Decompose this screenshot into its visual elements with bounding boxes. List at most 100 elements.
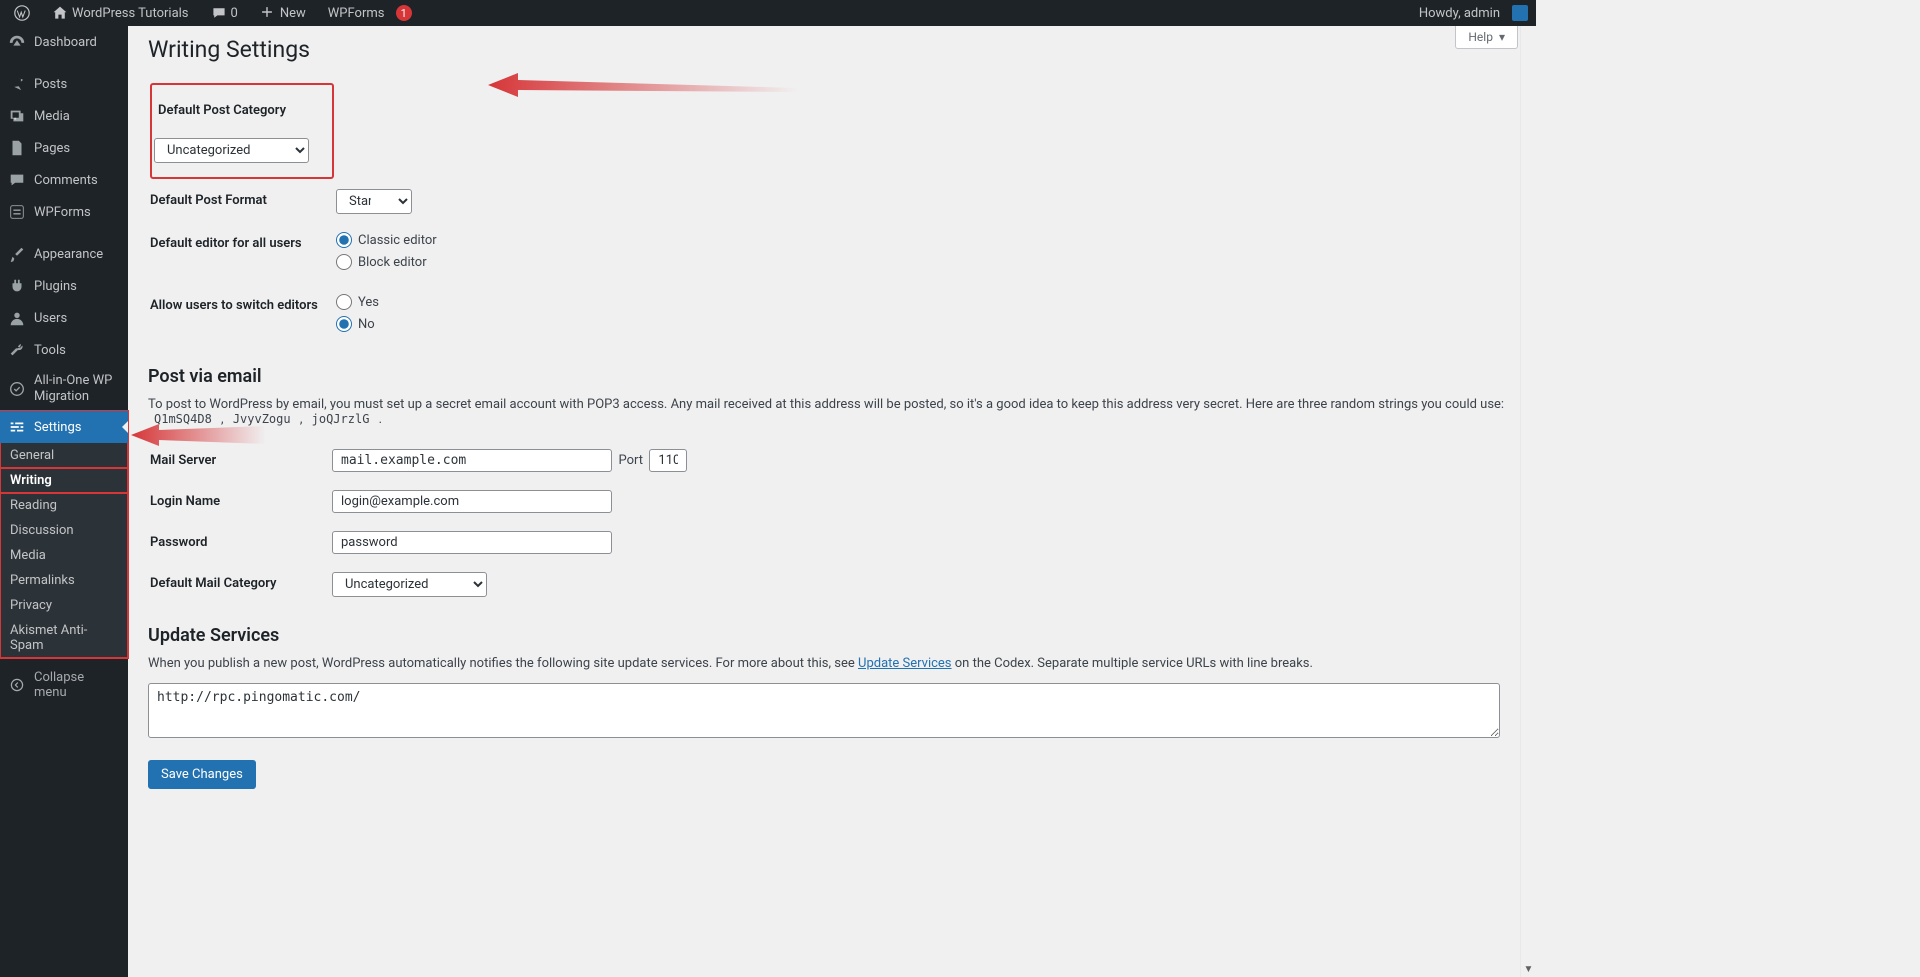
help-label: Help (1468, 30, 1493, 44)
rand-string-1: Q1mSQ4D8 (148, 410, 218, 428)
collapse-menu[interactable]: Collapse menu (0, 662, 128, 708)
menu-label: All-in-One WP Migration (34, 373, 120, 404)
menu-label: Posts (34, 77, 67, 92)
port-input[interactable] (649, 449, 687, 472)
mail-category-select[interactable]: Uncategorized (332, 572, 487, 597)
login-input[interactable] (332, 490, 612, 513)
submenu-discussion[interactable]: Discussion (0, 518, 128, 543)
wpforms-link[interactable]: WPForms 1 (322, 0, 418, 26)
gauge-icon (8, 33, 26, 51)
menu-label: WPForms (34, 205, 91, 220)
comment-icon (8, 171, 26, 189)
submenu-reading[interactable]: Reading (0, 493, 128, 518)
editor-classic-option[interactable]: Classic editor (336, 232, 1504, 248)
new-label: New (280, 6, 306, 21)
menu-aio-migration[interactable]: All-in-One WP Migration (0, 366, 128, 411)
wrench-icon (8, 341, 26, 359)
home-icon (52, 5, 68, 21)
password-label: Password (150, 535, 207, 550)
mail-server-label: Mail Server (150, 453, 216, 468)
menu-pages[interactable]: Pages (0, 132, 128, 164)
menu-media[interactable]: Media (0, 100, 128, 132)
menu-label: Users (34, 311, 67, 326)
switch-yes-option[interactable]: Yes (336, 294, 1504, 310)
admin-bar: WordPress Tutorials 0 New WPForms 1 Howd… (0, 0, 1536, 26)
chevron-down-icon: ▾ (1499, 30, 1505, 44)
site-name-link[interactable]: WordPress Tutorials (46, 0, 195, 26)
menu-appearance[interactable]: Appearance (0, 238, 128, 270)
save-button[interactable]: Save Changes (148, 760, 256, 789)
comments-link[interactable]: 0 (205, 0, 244, 26)
default-editor-label: Default editor for all users (150, 236, 302, 251)
submenu-privacy[interactable]: Privacy (0, 593, 128, 618)
rand-string-2: JvyvZogu (227, 410, 297, 428)
menu-dashboard[interactable]: Dashboard (0, 26, 128, 58)
media-icon (8, 107, 26, 125)
submenu-akismet[interactable]: Akismet Anti-Spam (0, 618, 128, 658)
menu-label: Tools (34, 343, 66, 358)
menu-plugins[interactable]: Plugins (0, 270, 128, 302)
submenu-writing[interactable]: Writing (0, 468, 128, 493)
avatar[interactable] (1512, 5, 1528, 21)
howdy-link[interactable]: Howdy, admin (1413, 0, 1506, 26)
switch-yes-radio[interactable] (336, 294, 352, 310)
sliders-icon (8, 418, 26, 436)
default-category-select[interactable]: Uncategorized (154, 138, 309, 163)
menu-settings[interactable]: Settings (0, 411, 128, 443)
site-name: WordPress Tutorials (72, 6, 189, 21)
mail-category-label: Default Mail Category (150, 576, 276, 591)
update-services-desc: When you publish a new post, WordPress a… (148, 656, 1516, 671)
editor-block-radio[interactable] (336, 254, 352, 270)
switch-no-radio[interactable] (336, 316, 352, 332)
default-format-select[interactable]: Standard (336, 189, 412, 214)
brush-icon (8, 245, 26, 263)
settings-submenu: General Writing Reading Discussion Media… (0, 443, 128, 658)
help-tab[interactable]: Help ▾ (1455, 26, 1518, 49)
howdy-text: Howdy, admin (1419, 6, 1500, 21)
submenu-media[interactable]: Media (0, 543, 128, 568)
menu-label: Plugins (34, 279, 77, 294)
menu-label: Settings (34, 420, 81, 435)
email-desc: To post to WordPress by email, you must … (148, 397, 1516, 427)
comment-icon (211, 5, 227, 21)
default-category-label: Default Post Category (158, 103, 286, 118)
port-label: Port (618, 453, 643, 468)
update-services-textarea[interactable] (148, 683, 1500, 738)
wpforms-badge: 1 (396, 5, 412, 21)
submenu-general[interactable]: General (0, 443, 128, 468)
menu-label: Appearance (34, 247, 103, 262)
menu-label: Pages (34, 141, 70, 156)
menu-label: Dashboard (34, 35, 97, 50)
menu-posts[interactable]: Posts (0, 68, 128, 100)
mail-server-input[interactable] (332, 449, 612, 472)
menu-label: Media (34, 109, 70, 124)
menu-tools[interactable]: Tools (0, 334, 128, 366)
plus-icon (260, 5, 276, 21)
editor-block-option[interactable]: Block editor (336, 254, 1504, 270)
default-format-label: Default Post Format (150, 193, 267, 208)
scroll-down-icon[interactable]: ▼ (1521, 961, 1536, 977)
update-services-heading: Update Services (148, 625, 1516, 646)
user-icon (8, 309, 26, 327)
menu-wpforms[interactable]: WPForms (0, 196, 128, 228)
menu-label: Comments (34, 173, 98, 188)
login-label: Login Name (150, 494, 220, 509)
switch-no-option[interactable]: No (336, 316, 1504, 332)
update-services-link[interactable]: Update Services (858, 656, 952, 671)
menu-comments[interactable]: Comments (0, 164, 128, 196)
submenu-permalinks[interactable]: Permalinks (0, 568, 128, 593)
rand-string-3: joQJrzlG (306, 410, 376, 428)
new-link[interactable]: New (254, 0, 312, 26)
menu-users[interactable]: Users (0, 302, 128, 334)
scrollbar[interactable]: ▲ ▼ (1520, 0, 1536, 977)
plug-icon (8, 277, 26, 295)
password-input[interactable] (332, 531, 612, 554)
switch-label: Allow users to switch editors (150, 298, 318, 313)
wpforms-label: WPForms (328, 6, 385, 21)
collapse-icon (8, 676, 26, 694)
post-via-email-heading: Post via email (148, 366, 1516, 387)
editor-classic-radio[interactable] (336, 232, 352, 248)
page-title: Writing Settings (148, 36, 1516, 63)
wp-logo[interactable] (8, 0, 36, 26)
admin-sidebar: Dashboard Posts Media Pages Comments WPF… (0, 0, 128, 977)
